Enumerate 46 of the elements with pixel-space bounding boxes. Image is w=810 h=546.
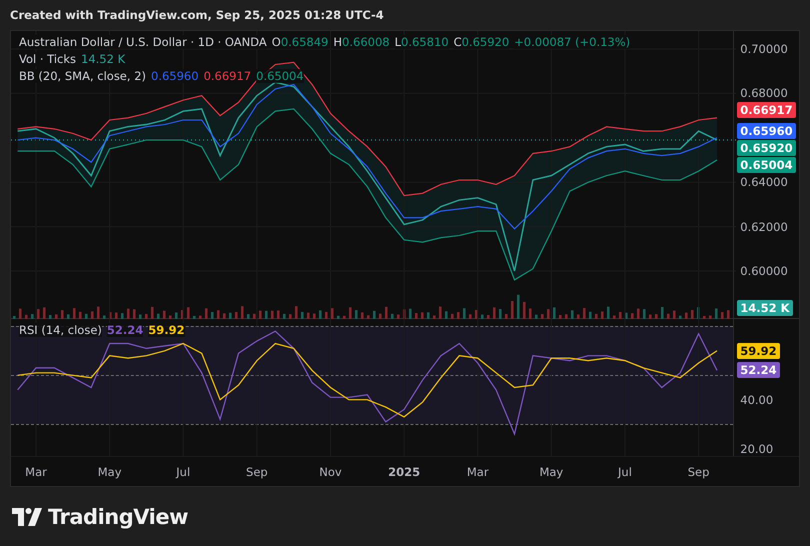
rsi-tick: 40.00	[740, 392, 774, 407]
price-tick: 0.68000	[740, 86, 788, 100]
time-tick: Jul	[618, 465, 632, 479]
rsi-badge: 52.24	[737, 362, 780, 378]
price-badge: 0.65004	[737, 157, 796, 174]
ohlc-key: L	[394, 35, 402, 49]
price-tick: 0.70000	[740, 42, 788, 56]
time-tick: 2025	[388, 465, 420, 479]
volume-legend-label: Vol · Ticks	[19, 52, 76, 66]
price-tick: 0.64000	[740, 175, 788, 190]
logo-icon	[12, 508, 42, 526]
price-tick: 0.60000	[740, 264, 788, 278]
rsi-value: 59.92	[148, 323, 185, 337]
time-tick: May	[98, 465, 122, 479]
bollinger-legend-label: BB (20, SMA, close, 2)	[19, 69, 146, 83]
bollinger-value: 0.65960	[151, 69, 199, 83]
ohlc-value: 0.66008	[342, 35, 390, 49]
time-tick: Nov	[319, 465, 342, 479]
time-tick: Jul	[176, 465, 190, 479]
price-change: +0.00087 (+0.13%)	[514, 35, 630, 49]
bollinger-value: 0.65004	[256, 69, 304, 83]
price-badge: 0.66917	[737, 102, 796, 118]
volume-legend-value: 14.52 K	[81, 52, 126, 66]
bollinger-value: 0.66917	[204, 69, 252, 83]
time-tick: Sep	[688, 465, 710, 479]
rsi-value: 52.24	[106, 323, 144, 337]
volume-badge: 14.52 K	[737, 300, 793, 316]
ohlc-key: C	[454, 35, 462, 49]
time-tick: Mar	[466, 465, 489, 479]
ohlc-value: 0.65849	[280, 35, 328, 49]
rsi-badge: 59.92	[737, 342, 780, 359]
time-tick: Mar	[25, 465, 47, 479]
ohlc-key: H	[333, 35, 342, 49]
symbol-title: Australian Dollar / U.S. Dollar · 1D · OANDA	[19, 35, 267, 49]
time-tick: Sep	[246, 465, 268, 479]
rsi-legend-label: RSI (14, close)	[19, 323, 102, 337]
ohlc-value: 0.65920	[462, 35, 510, 49]
rsi-tick: 20.00	[740, 442, 774, 456]
time-tick: May	[539, 465, 564, 479]
ohlc-key: O	[272, 35, 281, 49]
brand-name: TradingView	[48, 504, 188, 528]
price-badge: 0.65920	[737, 140, 796, 156]
header-caption: Created with TradingView.com, Sep 25, 2025 01:28 UTC-4	[10, 8, 384, 22]
price-tick: 0.62000	[740, 220, 788, 234]
price-badge: 0.65960	[737, 123, 796, 140]
ohlc-value: 0.65810	[401, 35, 449, 49]
